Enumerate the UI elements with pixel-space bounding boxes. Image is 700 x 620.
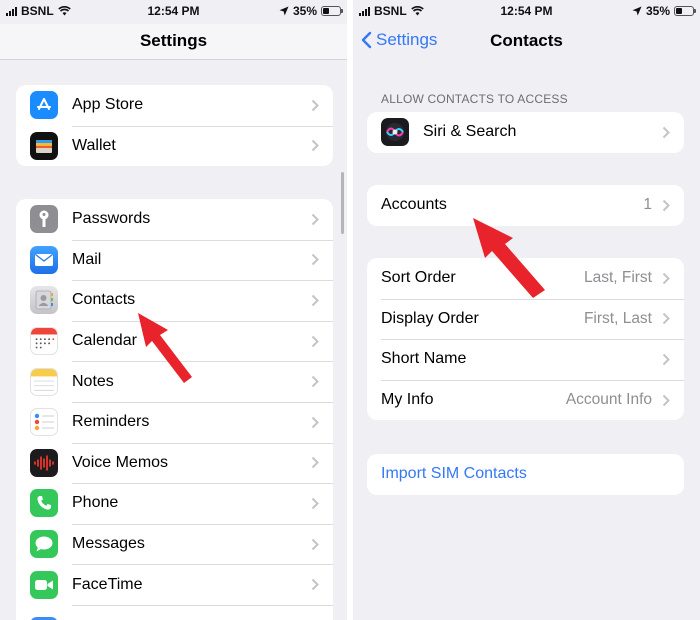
chevron-right-icon: [307, 99, 323, 112]
page-title: Contacts: [490, 31, 563, 50]
battery-icon: [321, 6, 343, 16]
settings-item-label: Wallet: [72, 136, 116, 154]
chevron-right-icon: [658, 394, 674, 407]
messages-icon: [30, 530, 58, 559]
settings-item-label: Mail: [72, 250, 102, 268]
scrollbar[interactable]: [341, 172, 344, 234]
settings-group-apps: Passwords Mail Contacts Calendar Notes R…: [16, 199, 333, 620]
import-group: Import SIM Contacts: [367, 454, 684, 495]
contacts-nav-bar: Settings Contacts: [353, 24, 700, 60]
chevron-right-icon: [307, 497, 323, 510]
battery-percent: 35%: [645, 4, 670, 18]
chevron-right-icon: [307, 375, 323, 388]
settings-item-label: Passwords: [72, 210, 151, 228]
app-store-icon: [30, 91, 58, 120]
chevron-right-icon: [307, 294, 323, 307]
chevron-right-icon: [307, 456, 323, 469]
reminders-icon: [30, 408, 58, 437]
chevron-right-icon: [658, 272, 674, 285]
option-value: Last, First: [583, 269, 652, 287]
short-name-item[interactable]: Short Name: [367, 339, 684, 380]
chevron-right-icon: [307, 538, 323, 551]
wallet-icon: [30, 131, 58, 160]
phone-icon: [30, 489, 58, 518]
settings-item-label: Phone: [72, 494, 119, 512]
facetime-icon: [30, 570, 58, 599]
settings-item-partial: [16, 604, 333, 620]
settings-item-messages[interactable]: Messages: [16, 523, 333, 565]
settings-item-facetime[interactable]: FaceTime: [16, 564, 333, 605]
settings-item-label: Reminders: [72, 413, 150, 431]
chevron-right-icon: [307, 253, 323, 266]
chevron-right-icon: [658, 199, 674, 212]
battery-icon: [674, 6, 696, 16]
siri-search-label: Siri & Search: [423, 123, 517, 141]
option-label: Short Name: [381, 350, 467, 368]
settings-nav-bar: Settings: [0, 24, 347, 60]
access-group: Siri & Search: [367, 112, 684, 153]
siri-search-item[interactable]: Siri & Search: [367, 112, 684, 153]
notes-icon: [30, 367, 58, 396]
contacts-screen: BSNL 12:54 PM 35% Settings Contacts ALLO…: [353, 0, 700, 620]
settings-item-mail[interactable]: Mail: [16, 239, 333, 281]
status-bar: BSNL 12:54 PM 35%: [353, 0, 700, 24]
option-value: Account Info: [565, 391, 652, 409]
settings-item-app-store[interactable]: App Store: [16, 85, 333, 126]
section-header: ALLOW CONTACTS TO ACCESS: [381, 92, 568, 106]
battery-fill: [323, 8, 329, 14]
location-icon: [632, 6, 642, 16]
display-order-item[interactable]: Display Order First, Last: [367, 298, 684, 340]
settings-item-label: Messages: [72, 535, 145, 553]
option-label: My Info: [381, 391, 434, 409]
option-value: First, Last: [583, 309, 652, 327]
chevron-right-icon: [307, 335, 323, 348]
settings-item-wallet[interactable]: Wallet: [16, 125, 333, 167]
calendar-icon: [30, 327, 58, 356]
battery-fill: [676, 8, 682, 14]
chevron-right-icon: [307, 578, 323, 591]
chevron-right-icon: [658, 353, 674, 366]
accounts-count: 1: [643, 196, 652, 214]
import-sim-contacts-button[interactable]: Import SIM Contacts: [367, 454, 684, 495]
import-sim-contacts-label: Import SIM Contacts: [381, 465, 527, 483]
key-icon: [30, 205, 58, 234]
settings-item-voice-memos[interactable]: Voice Memos: [16, 442, 333, 484]
annotation-arrow: [473, 218, 545, 298]
battery-percent: 35%: [292, 4, 317, 18]
settings-item-label: FaceTime: [72, 575, 143, 593]
page-title: Settings: [139, 31, 208, 50]
location-icon: [279, 6, 289, 16]
chevron-right-icon: [307, 213, 323, 226]
siri-icon: [381, 118, 409, 147]
voice-memos-icon: [30, 448, 58, 477]
settings-group-store: App Store Wallet: [16, 85, 333, 167]
settings-item-reminders[interactable]: Reminders: [16, 401, 333, 443]
settings-item-passwords[interactable]: Passwords: [16, 199, 333, 240]
chevron-right-icon: [307, 416, 323, 429]
status-bar: BSNL 12:54 PM 35%: [0, 0, 347, 24]
contacts-icon: [30, 286, 58, 315]
mail-icon: [30, 245, 58, 274]
chevron-right-icon: [658, 312, 674, 325]
settings-item-label: App Store: [72, 96, 144, 114]
chevron-right-icon: [658, 126, 674, 139]
settings-item-label: Voice Memos: [72, 453, 169, 471]
my-info-item[interactable]: My Info Account Info: [367, 379, 684, 421]
chevron-right-icon: [307, 139, 323, 152]
annotation-arrow: [138, 313, 192, 383]
settings-screen: BSNL 12:54 PM 35% Settings App Store Wal…: [0, 0, 347, 620]
settings-item-phone[interactable]: Phone: [16, 483, 333, 524]
option-label: Display Order: [381, 309, 479, 327]
